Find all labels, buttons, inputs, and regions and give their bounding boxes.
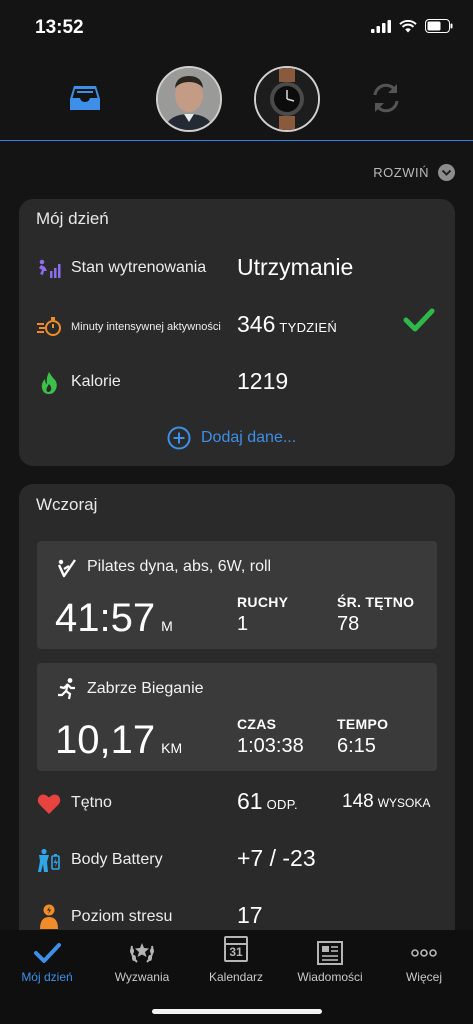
inbox-button[interactable] [68, 81, 102, 115]
intensity-minutes-value: 346 TYDZIEŃ [237, 311, 338, 337]
tab-calendar[interactable]: 31 Kalendarz [189, 930, 283, 1000]
chevron-down-icon [438, 164, 455, 181]
stat-value-time: 1:03:38 [237, 735, 304, 757]
resting-hr-unit: ODP. [266, 797, 298, 812]
stat-label-pace: TEMPO [337, 716, 389, 732]
resting-hr-value: 61 ODP. [237, 788, 298, 814]
goal-check-icon [403, 308, 435, 332]
expand-button[interactable]: ROZWIŃ [373, 164, 455, 181]
status-icons [371, 19, 453, 33]
sync-icon [373, 83, 399, 113]
add-data-label: Dodaj dane... [201, 429, 297, 446]
activity-name: Pilates dyna, abs, 6W, roll [87, 558, 272, 575]
stat-label-time: CZAS [237, 716, 277, 732]
tab-label: Wiadomości [297, 970, 363, 984]
profile-avatar[interactable] [156, 66, 222, 132]
activity-duration-unit: M [161, 618, 173, 634]
device-watch[interactable] [254, 66, 320, 132]
laurel-icon [130, 943, 154, 963]
more-icon [411, 949, 437, 957]
stress-icon [36, 904, 62, 930]
activity-name: Zabrze Bieganie [87, 680, 204, 697]
activity-distance-unit: KM [161, 740, 183, 756]
tab-my-day[interactable]: Mój dzień [0, 930, 94, 1000]
activity-card-running[interactable]: Zabrze Bieganie 10,17 KM CZAS 1:03:38 TEM… [37, 663, 437, 771]
stat-label-moves: RUCHY [237, 594, 289, 610]
stat-value-pace: 6:15 [337, 735, 376, 757]
wifi-icon [399, 19, 417, 32]
high-hr-unit: WYSOKA [377, 796, 431, 810]
stat-value-moves: 1 [237, 613, 249, 635]
stat-label-avg-hr: ŚR. TĘTNO [337, 594, 415, 610]
training-status-value: Utrzymanie [237, 254, 354, 280]
pilates-icon [57, 559, 76, 578]
expand-label: ROZWIŃ [373, 165, 429, 180]
body-battery-icon [36, 848, 62, 874]
status-bar: 13:52 [0, 0, 473, 56]
heart-rate-label: Tętno [71, 794, 112, 811]
calories-value: 1219 [237, 368, 289, 394]
status-time: 13:52 [35, 17, 84, 38]
tab-news[interactable]: Wiadomości [283, 930, 377, 1000]
running-icon [58, 678, 75, 700]
tab-label: Więcej [405, 970, 442, 984]
tab-challenges[interactable]: Wyzwania [95, 930, 189, 1000]
tab-label: Wyzwania [114, 970, 170, 984]
newspaper-icon [317, 941, 343, 965]
activity-card-pilates[interactable]: Pilates dyna, abs, 6W, roll 41:57 M RUCHY… [37, 541, 437, 649]
heart-icon [36, 791, 62, 817]
yesterday-card: Wczoraj Pilates dyna, abs, 6W, roll 41:5… [19, 484, 455, 944]
calendar-day: 31 [229, 945, 243, 959]
person-photo [158, 68, 220, 130]
add-data-button[interactable]: Dodaj dane... [167, 426, 296, 450]
body-battery-label: Body Battery [71, 851, 163, 868]
activity-duration: 41:57 M [55, 596, 173, 640]
yesterday-title: Wczoraj [36, 495, 98, 514]
training-status-icon [36, 256, 62, 282]
signal-icon [371, 19, 391, 33]
intensity-minutes-label: Minuty intensywnej aktywności [71, 321, 221, 333]
intensity-minutes-unit: TYDZIEŃ [279, 320, 338, 335]
calories-label: Kalorie [71, 373, 121, 390]
calendar-icon: 31 [224, 936, 248, 962]
high-hr-value: 148 WYSOKA [342, 791, 431, 812]
battery-icon [425, 19, 453, 33]
stat-value-avg-hr: 78 [337, 613, 360, 635]
tab-more[interactable]: Więcej [377, 930, 471, 1000]
my-day-card: Mój dzień Stan wytrenowania Utrzymanie M… [19, 199, 455, 466]
activity-distance: 10,17 KM [55, 718, 183, 762]
flame-icon [36, 370, 62, 396]
stopwatch-icon [36, 313, 62, 339]
sync-button[interactable] [368, 80, 404, 116]
tab-label: Kalendarz [208, 970, 264, 984]
plus-circle-icon [167, 426, 191, 450]
home-indicator[interactable] [152, 1009, 322, 1014]
nav-divider [0, 140, 473, 141]
training-status-label: Stan wytrenowania [71, 259, 207, 276]
check-icon [34, 943, 61, 963]
my-day-title: Mój dzień [36, 209, 109, 228]
stress-label: Poziom stresu [71, 908, 173, 925]
body-battery-value: +7 / -23 [237, 845, 316, 871]
stress-value: 17 [237, 902, 263, 928]
watch-icon [256, 68, 318, 130]
inbox-icon [70, 86, 100, 110]
tab-label: Mój dzień [21, 970, 73, 984]
